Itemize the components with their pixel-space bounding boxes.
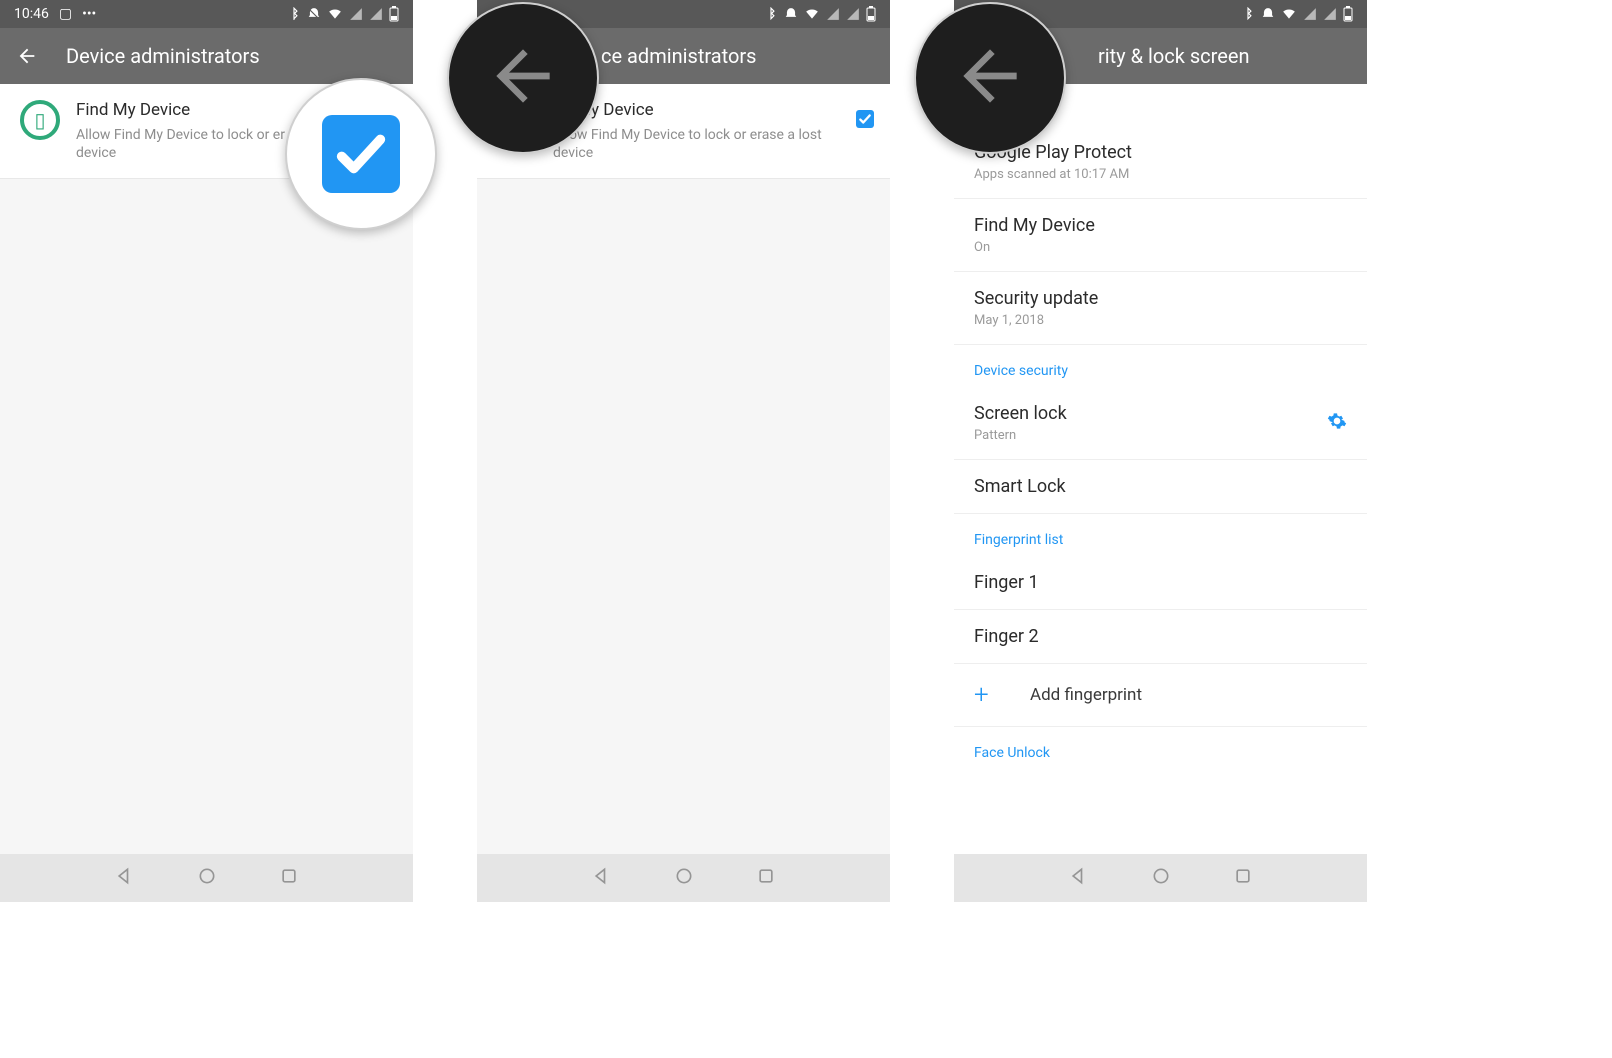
phone-screen-3: rity & lock screen status Google Play Pr… — [954, 0, 1367, 902]
back-arrow-icon[interactable] — [16, 45, 38, 67]
signal-icon — [1303, 7, 1317, 21]
fingerprint-2[interactable]: Finger 2 — [954, 610, 1367, 664]
row-title: Screen lock — [974, 403, 1067, 424]
row-subtitle: Apps scanned at 10:17 AM — [974, 167, 1132, 182]
nav-recent-icon[interactable] — [1233, 866, 1253, 890]
row-title: Find My Device — [974, 215, 1095, 236]
clock-text: 10:46 — [14, 6, 49, 22]
plus-icon: + — [974, 680, 1014, 710]
section-header-face-unlock: Face Unlock — [954, 727, 1367, 769]
row-subtitle: Pattern — [974, 428, 1067, 443]
phone-screen-2: ce administrators ▯ nd My Device Allow F… — [477, 0, 890, 902]
bluetooth-icon — [1241, 7, 1255, 21]
nav-home-icon[interactable] — [674, 866, 694, 890]
nav-bar — [0, 854, 413, 902]
phone-screen-1: 10:46 ▢ ••• — [0, 0, 413, 902]
checkbox-checked-icon — [322, 115, 400, 193]
image-icon: ▢ — [59, 6, 72, 22]
setting-security-update[interactable]: Security update May 1, 2018 — [954, 272, 1367, 345]
appbar-title: Device administrators — [66, 44, 260, 68]
back-arrow-icon — [950, 36, 1030, 120]
nav-home-icon[interactable] — [197, 866, 217, 890]
callout-back-arrow — [914, 2, 1066, 154]
gear-icon[interactable] — [1327, 411, 1347, 436]
status-bar: 10:46 ▢ ••• — [0, 0, 413, 28]
more-icon: ••• — [82, 6, 96, 22]
signal-icon — [349, 7, 363, 21]
dnd-icon — [784, 7, 798, 21]
section-header-fingerprint: Fingerprint list — [954, 514, 1367, 556]
bluetooth-icon — [764, 7, 778, 21]
wifi-icon — [804, 7, 820, 21]
row-subtitle: On — [974, 240, 1095, 255]
bluetooth-icon — [287, 7, 301, 21]
setting-smart-lock[interactable]: Smart Lock — [954, 460, 1367, 514]
appbar-title: rity & lock screen — [1098, 44, 1249, 68]
row-title: Smart Lock — [974, 476, 1066, 497]
setting-screen-lock[interactable]: Screen lock Pattern — [954, 387, 1367, 460]
signal-icon-2 — [369, 7, 383, 21]
row-subtitle: May 1, 2018 — [974, 313, 1098, 328]
row-title: Finger 1 — [974, 572, 1039, 593]
find-my-device-icon: ▯ — [20, 100, 60, 140]
battery-icon — [389, 6, 399, 22]
add-fingerprint-label: Add fingerprint — [1030, 685, 1142, 705]
battery-icon — [1343, 6, 1353, 22]
row-title: nd My Device — [553, 100, 840, 120]
nav-home-icon[interactable] — [1151, 866, 1171, 890]
appbar-title: ce administrators — [601, 44, 757, 68]
dnd-icon — [307, 7, 321, 21]
content-area: ▯ nd My Device Allow Find My Device to l… — [477, 84, 890, 854]
nav-recent-icon[interactable] — [756, 866, 776, 890]
nav-bar — [954, 854, 1367, 902]
signal-icon — [826, 7, 840, 21]
section-header-device-security: Device security — [954, 345, 1367, 387]
battery-icon — [866, 6, 876, 22]
fingerprint-1[interactable]: Finger 1 — [954, 556, 1367, 610]
row-title: Finger 2 — [974, 626, 1039, 647]
nav-back-icon[interactable] — [1069, 866, 1089, 890]
row-title: Security update — [974, 288, 1098, 309]
nav-bar — [477, 854, 890, 902]
row-subtitle: Allow Find My Device to lock or erase a … — [553, 126, 840, 162]
app-bar: Device administrators — [0, 28, 413, 84]
signal-icon-2 — [1323, 7, 1337, 21]
callout-checkbox — [285, 78, 437, 230]
wifi-icon — [327, 7, 343, 21]
back-arrow-icon — [483, 36, 563, 120]
signal-icon-2 — [846, 7, 860, 21]
add-fingerprint-row[interactable]: + Add fingerprint — [954, 664, 1367, 727]
dnd-icon — [1261, 7, 1275, 21]
nav-back-icon[interactable] — [592, 866, 612, 890]
checkbox-checked-icon[interactable] — [856, 110, 874, 128]
content-area: status Google Play Protect Apps scanned … — [954, 84, 1367, 854]
wifi-icon — [1281, 7, 1297, 21]
nav-back-icon[interactable] — [115, 866, 135, 890]
setting-find-my-device[interactable]: Find My Device On — [954, 199, 1367, 272]
nav-recent-icon[interactable] — [279, 866, 299, 890]
callout-back-arrow — [447, 2, 599, 154]
